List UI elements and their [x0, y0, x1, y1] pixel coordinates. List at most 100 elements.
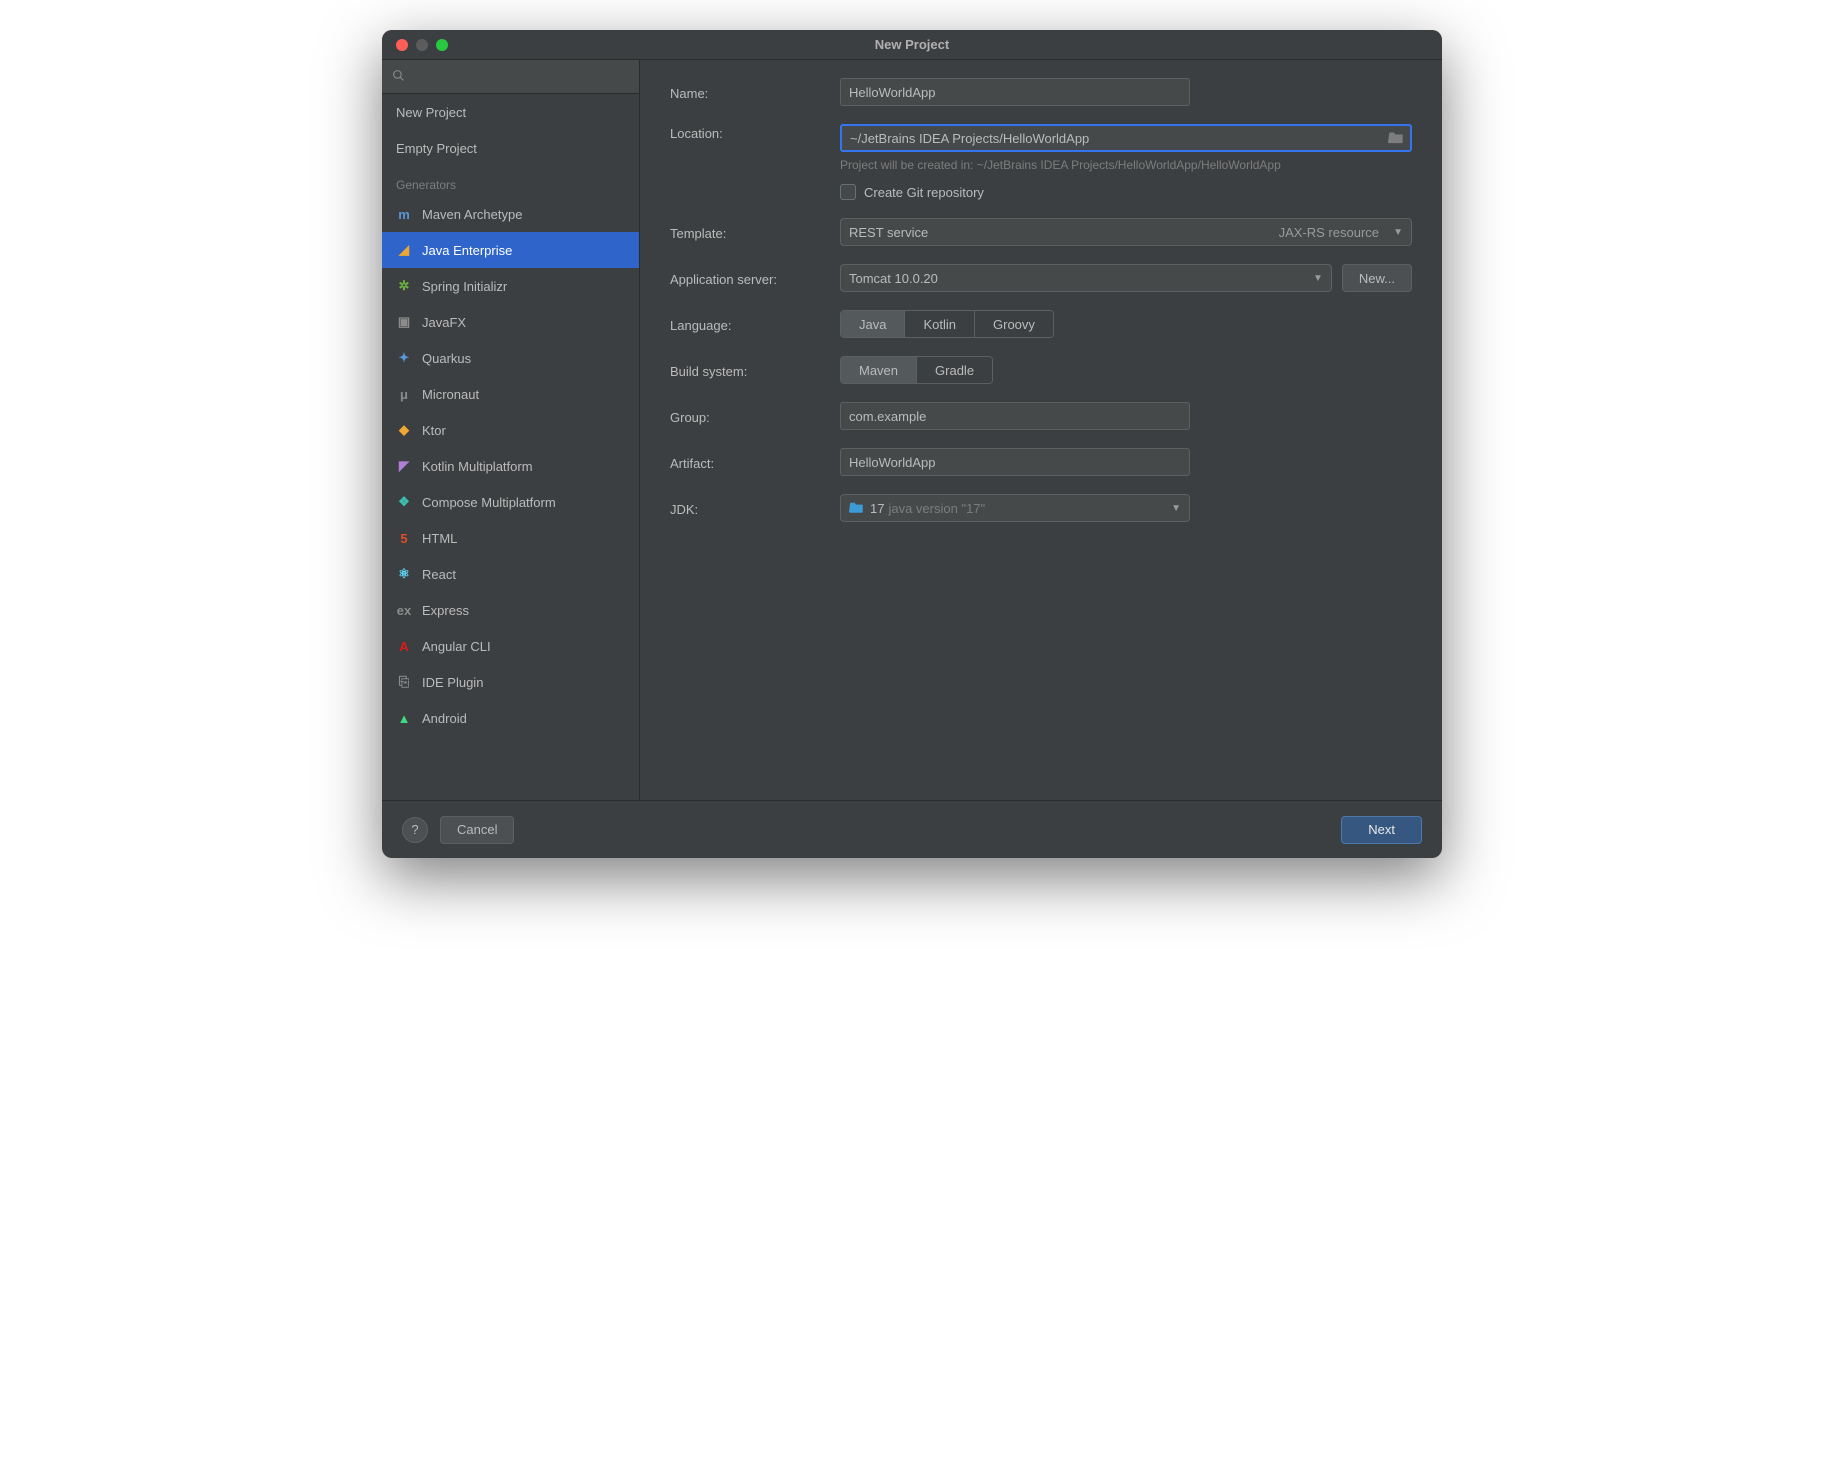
jdk-primary: 17 — [870, 501, 884, 516]
buildsys-segmented: MavenGradle — [840, 356, 993, 384]
name-label: Name: — [670, 84, 840, 101]
window-title: New Project — [382, 37, 1442, 52]
cancel-button[interactable]: Cancel — [440, 816, 514, 844]
sidebar-item-label: Express — [422, 603, 469, 618]
create-git-label: Create Git repository — [864, 185, 984, 200]
sidebar-item-label: Angular CLI — [422, 639, 491, 654]
sidebar-item-generator[interactable]: ▣JavaFX — [382, 304, 639, 340]
sidebar-item-generator[interactable]: 5 HTML — [382, 520, 639, 556]
jdk-secondary: java version "17" — [888, 501, 985, 516]
generator-icon: ❖ — [396, 494, 412, 510]
sidebar-item-label: Android — [422, 711, 467, 726]
location-input[interactable] — [840, 124, 1412, 152]
location-label: Location: — [670, 124, 840, 141]
sidebar: New Project Empty Project Generators m Mav… — [382, 60, 640, 800]
dialog-footer: ? Cancel Next — [382, 800, 1442, 858]
template-value: REST service — [849, 225, 928, 240]
name-input[interactable] — [840, 78, 1190, 106]
group-input[interactable] — [840, 402, 1190, 430]
generator-icon: ▲ — [396, 710, 412, 726]
sidebar-item-generator[interactable]: ⎘ IDE Plugin — [382, 664, 639, 700]
sidebar-list: New Project Empty Project Generators m Mav… — [382, 94, 639, 800]
sidebar-item[interactable]: New Project — [382, 94, 639, 130]
zoom-window-button[interactable] — [436, 39, 448, 51]
next-button[interactable]: Next — [1341, 816, 1422, 844]
generator-icon: ◢ — [396, 242, 412, 258]
generator-icon: ex — [396, 602, 412, 618]
sidebar-item-label: Quarkus — [422, 351, 471, 366]
appserver-dropdown[interactable]: Tomcat 10.0.20 ▼ — [840, 264, 1332, 292]
generator-icon: ◤ — [396, 458, 412, 474]
jdk-dropdown[interactable]: 17 java version "17" ▼ — [840, 494, 1190, 522]
generator-icon: μ — [396, 386, 412, 402]
minimize-window-button[interactable] — [416, 39, 428, 51]
sidebar-item-generator[interactable]: m Maven Archetype — [382, 196, 639, 232]
create-git-checkbox[interactable] — [840, 184, 856, 200]
close-window-button[interactable] — [396, 39, 408, 51]
sidebar-item-label: IDE Plugin — [422, 675, 483, 690]
chevron-down-icon: ▼ — [1393, 227, 1403, 238]
jdk-folder-icon — [849, 500, 864, 516]
location-hint: Project will be created in: ~/JetBrains … — [840, 158, 1412, 172]
appserver-label: Application server: — [670, 270, 840, 287]
template-dropdown[interactable]: REST service JAX-RS resource ▼ — [840, 218, 1412, 246]
sidebar-item-generator[interactable]: ◤ Kotlin Multiplatform — [382, 448, 639, 484]
sidebar-item-label: Spring Initializr — [422, 279, 507, 294]
generator-icon: ▣ — [396, 314, 412, 330]
sidebar-item-generator[interactable]: ✲ Spring Initializr — [382, 268, 639, 304]
language-option[interactable]: Java — [841, 311, 905, 337]
sidebar-item-label: Maven Archetype — [422, 207, 522, 222]
generator-icon: ✦ — [396, 350, 412, 366]
generator-icon: 5 — [396, 530, 412, 546]
buildsys-label: Build system: — [670, 362, 840, 379]
sidebar-item-generator[interactable]: ❖ Compose Multiplatform — [382, 484, 639, 520]
generator-icon: ⎘ — [396, 674, 412, 690]
sidebar-item-generator[interactable]: A Angular CLI — [382, 628, 639, 664]
folder-icon[interactable] — [1388, 130, 1404, 147]
artifact-input[interactable] — [840, 448, 1190, 476]
artifact-label: Artifact: — [670, 454, 840, 471]
language-option[interactable]: Kotlin — [905, 311, 975, 337]
chevron-down-icon: ▼ — [1313, 273, 1323, 284]
language-segmented: JavaKotlinGroovy — [840, 310, 1054, 338]
generator-icon: ⚛ — [396, 566, 412, 582]
sidebar-item-generator[interactable]: ◆ Ktor — [382, 412, 639, 448]
sidebar-item-label: Kotlin Multiplatform — [422, 459, 533, 474]
sidebar-item-label: New Project — [396, 105, 466, 120]
sidebar-item-label: Ktor — [422, 423, 446, 438]
template-label: Template: — [670, 224, 840, 241]
sidebar-item-generator[interactable]: μ Micronaut — [382, 376, 639, 412]
generator-icon: m — [396, 206, 412, 222]
sidebar-item-label: React — [422, 567, 456, 582]
titlebar: New Project — [382, 30, 1442, 60]
sidebar-item-label: Micronaut — [422, 387, 479, 402]
sidebar-item-label: Empty Project — [396, 141, 477, 156]
sidebar-item-generator[interactable]: ex Express — [382, 592, 639, 628]
group-label: Group: — [670, 408, 840, 425]
sidebar-item-generator[interactable]: ✦ Quarkus — [382, 340, 639, 376]
sidebar-item-generator[interactable]: ⚛ React — [382, 556, 639, 592]
help-button[interactable]: ? — [402, 817, 428, 843]
new-project-dialog: New Project New Project Empty Project Gen… — [382, 30, 1442, 858]
generator-icon: ✲ — [396, 278, 412, 294]
template-secondary: JAX-RS resource — [1279, 225, 1379, 240]
sidebar-item-label: HTML — [422, 531, 457, 546]
generator-icon: A — [396, 638, 412, 654]
form-panel: Name: Location: Project will be created … — [640, 60, 1442, 800]
sidebar-item-label: Compose Multiplatform — [422, 495, 556, 510]
generator-icon: ◆ — [396, 422, 412, 438]
buildsys-option[interactable]: Gradle — [917, 357, 992, 383]
window-controls — [382, 39, 448, 51]
jdk-label: JDK: — [670, 500, 840, 517]
language-option[interactable]: Groovy — [975, 311, 1053, 337]
language-label: Language: — [670, 316, 840, 333]
search-input[interactable] — [382, 60, 639, 94]
sidebar-item-generator[interactable]: ▲ Android — [382, 700, 639, 736]
appserver-new-button[interactable]: New... — [1342, 264, 1412, 292]
sidebar-item[interactable]: Empty Project — [382, 130, 639, 166]
buildsys-option[interactable]: Maven — [841, 357, 917, 383]
generators-header: Generators — [382, 166, 639, 196]
sidebar-item-generator[interactable]: ◢ Java Enterprise — [382, 232, 639, 268]
chevron-down-icon: ▼ — [1171, 503, 1181, 514]
sidebar-item-label: Java Enterprise — [422, 243, 512, 258]
